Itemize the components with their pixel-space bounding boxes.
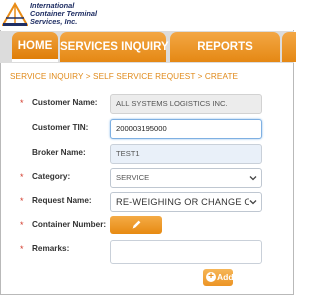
- customer-tin-row: Customer TIN: 200003195000: [0, 119, 294, 139]
- company-name: International Container Terminal Service…: [30, 1, 98, 26]
- tab-services-inquiry[interactable]: SERVICES INQUIRY: [60, 32, 169, 62]
- category-select[interactable]: SERVICE: [110, 168, 262, 188]
- category-label: Category:: [32, 172, 71, 181]
- remarks-row: * Remarks:: [0, 240, 294, 264]
- request-name-selected-value: RE-WEIGHING OR CHANGE OF: [116, 197, 258, 207]
- tab-reports[interactable]: REPORTS: [170, 32, 280, 62]
- category-selected-value: SERVICE: [116, 173, 150, 182]
- broker-name-input[interactable]: TEST1: [110, 144, 262, 164]
- request-name-label: Request Name:: [32, 196, 92, 205]
- required-marker: *: [20, 244, 24, 254]
- tab-home[interactable]: HOME: [12, 32, 58, 62]
- broker-name-label: Broker Name:: [32, 148, 86, 157]
- customer-name-row: * Customer Name: ALL SYSTEMS LOGISTICS I…: [0, 94, 294, 114]
- required-marker: *: [20, 196, 24, 206]
- edit-container-button[interactable]: [110, 216, 162, 234]
- tab-overflow[interactable]: [282, 32, 296, 62]
- required-marker: *: [20, 98, 24, 108]
- customer-tin-label: Customer TIN:: [32, 123, 89, 132]
- pencil-icon: [132, 220, 141, 229]
- request-name-row: * Request Name: RE-WEIGHING OR CHANGE OF: [0, 192, 294, 212]
- chevron-down-icon: [249, 176, 257, 181]
- customer-tin-input[interactable]: 200003195000: [110, 119, 262, 139]
- main-navigation: HOME SERVICES INQUIRY REPORTS: [0, 31, 296, 63]
- broker-name-row: Broker Name: TEST1: [0, 144, 294, 164]
- remarks-label: Remarks:: [32, 244, 70, 253]
- chevron-down-icon: [249, 198, 257, 206]
- customer-name-label: Customer Name:: [32, 98, 98, 107]
- header: International Container Terminal Service…: [0, 0, 294, 30]
- company-logo[interactable]: International Container Terminal Service…: [0, 0, 124, 29]
- plus-icon: +: [206, 272, 216, 282]
- category-row: * Category: SERVICE: [0, 168, 294, 188]
- container-number-label: Container Number:: [32, 220, 107, 229]
- request-name-select[interactable]: RE-WEIGHING OR CHANGE OF: [110, 192, 262, 212]
- add-button[interactable]: + Add: [203, 269, 234, 286]
- ictsi-logo-icon: [2, 1, 28, 27]
- container-number-row: * Container Number:: [0, 216, 294, 236]
- required-marker: *: [20, 220, 24, 230]
- required-marker: *: [20, 172, 24, 182]
- add-button-label: Add: [217, 272, 234, 282]
- remarks-textarea[interactable]: [110, 240, 262, 264]
- customer-name-field[interactable]: ALL SYSTEMS LOGISTICS INC.: [110, 94, 262, 114]
- breadcrumb[interactable]: SERVICE INQUIRY > SELF SERVICE REQUEST >…: [10, 72, 238, 81]
